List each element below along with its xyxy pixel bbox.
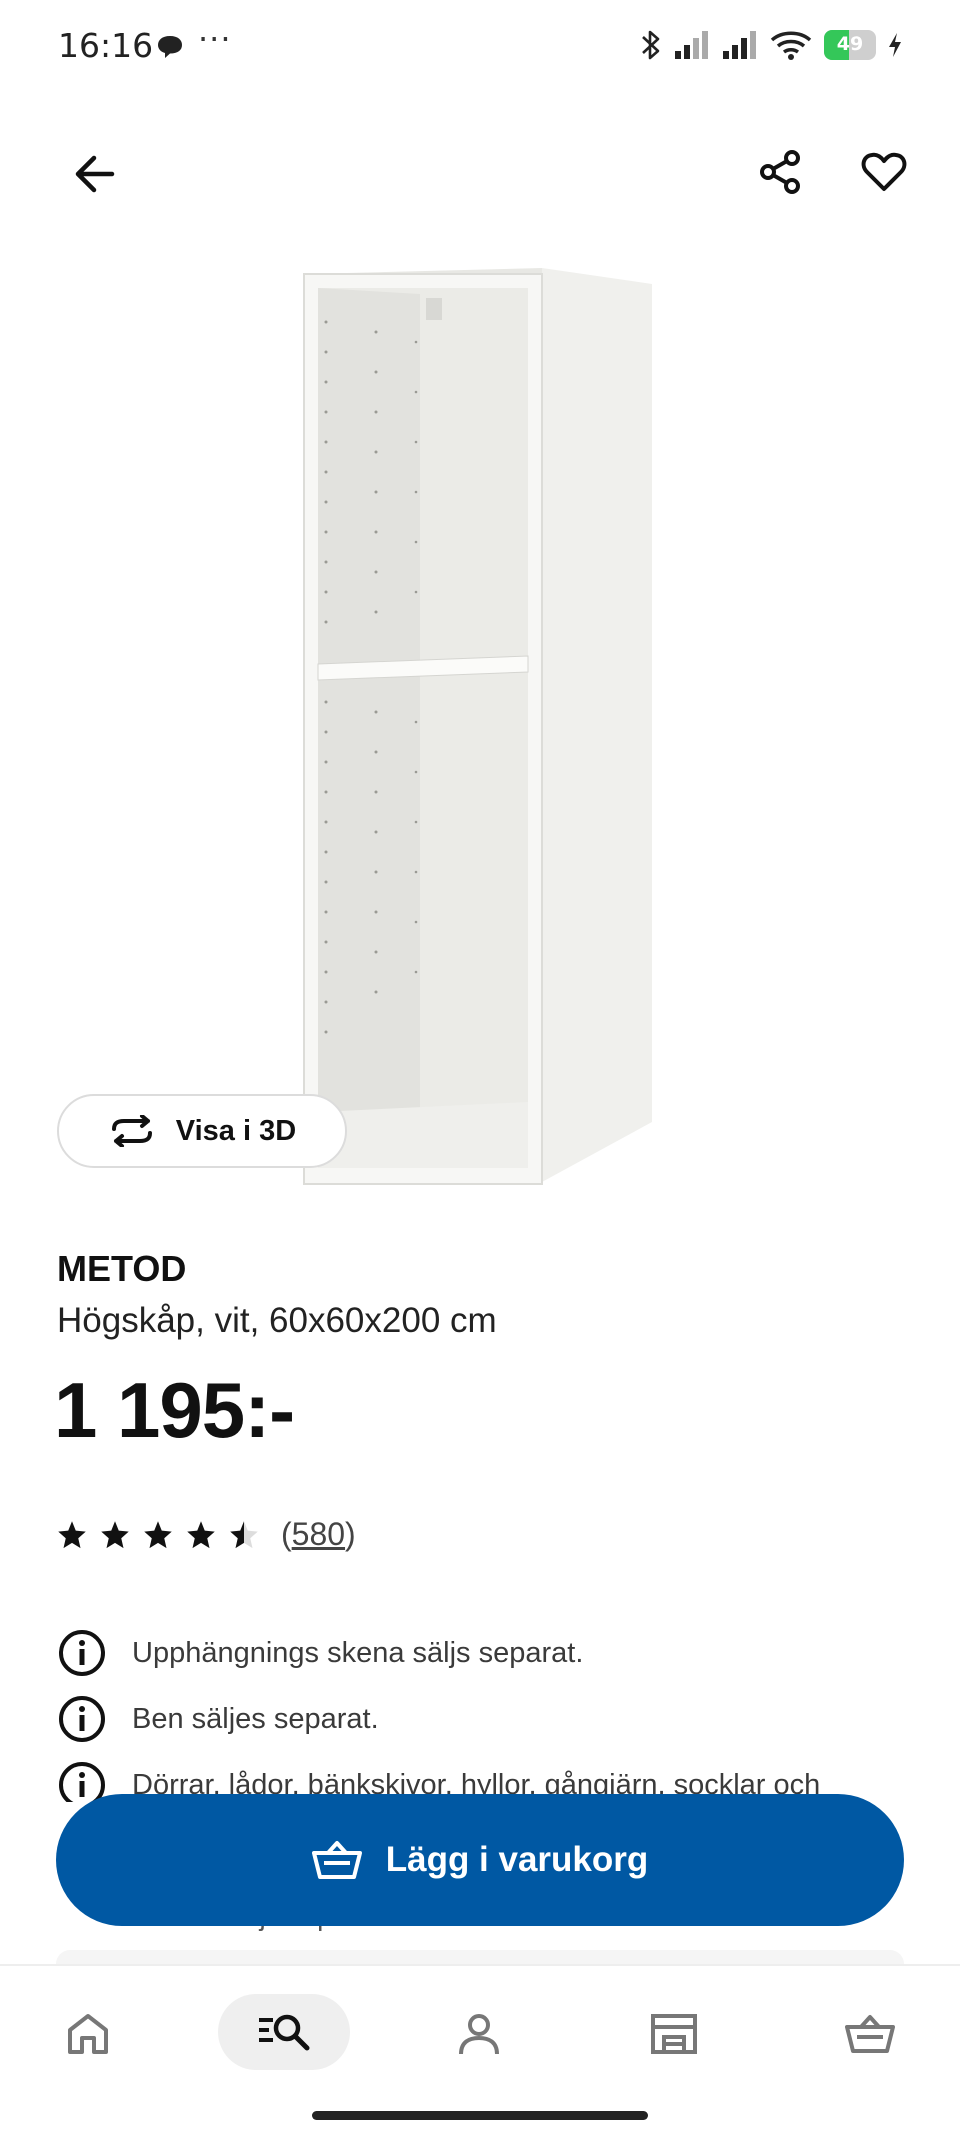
info-note: Ben säljes separat. xyxy=(57,1686,907,1752)
view-in-3d-label: Visa i 3D xyxy=(175,1114,297,1147)
back-button[interactable] xyxy=(66,146,122,202)
star-icon xyxy=(101,1520,129,1548)
share-button[interactable] xyxy=(752,144,808,200)
signal-1-icon xyxy=(675,31,708,59)
battery-indicator: 49 xyxy=(824,30,876,60)
wifi-icon xyxy=(770,31,812,60)
basket-icon xyxy=(311,1841,362,1879)
signal-2-icon xyxy=(723,31,756,59)
bottom-navigation xyxy=(0,1964,960,2134)
profile-icon xyxy=(459,2014,499,2055)
rotate-3d-icon xyxy=(111,1115,152,1147)
share-icon xyxy=(760,150,800,194)
battery-level: 49 xyxy=(836,33,864,55)
half-star-icon xyxy=(230,1520,258,1548)
product-price: 1 195:- xyxy=(54,1366,295,1454)
status-icons: 49 xyxy=(640,28,902,62)
nav-search[interactable] xyxy=(218,1994,350,2070)
info-icon xyxy=(59,1696,105,1742)
product-image xyxy=(303,268,652,1185)
home-indicator[interactable] xyxy=(312,2111,648,2120)
rating-count[interactable]: (580) xyxy=(281,1516,356,1553)
charging-icon xyxy=(889,33,901,57)
product-description: Högskåp, vit, 60x60x200 cm xyxy=(57,1301,497,1340)
bluetooth-icon xyxy=(642,30,660,60)
status-bar: 16:16 ··· 49 xyxy=(0,0,960,96)
status-overflow-dots: ··· xyxy=(198,20,232,58)
product-rating[interactable]: (580) xyxy=(57,1516,356,1553)
star-icon xyxy=(58,1520,86,1548)
star-icon xyxy=(144,1520,172,1548)
product-info-notes: Upphängnings skena säljs separat. Ben sä… xyxy=(57,1620,907,1802)
status-time: 16:16 xyxy=(58,26,154,65)
chat-notification-icon xyxy=(158,36,182,58)
star-icon xyxy=(187,1520,215,1548)
arrow-left-icon xyxy=(75,155,115,193)
nav-profile[interactable] xyxy=(439,1996,519,2072)
nav-home[interactable] xyxy=(48,1996,128,2072)
nav-cart[interactable] xyxy=(830,1996,910,2072)
add-to-cart-button[interactable]: Lägg i varukorg xyxy=(56,1794,904,1926)
info-icon xyxy=(59,1630,105,1676)
nav-stores[interactable] xyxy=(634,1996,714,2072)
cart-icon xyxy=(845,2015,895,2053)
favorite-button[interactable] xyxy=(856,144,912,200)
info-note-text: Upphängnings skena säljs separat. xyxy=(132,1636,584,1669)
info-note: Upphängnings skena säljs separat. xyxy=(57,1620,907,1686)
add-to-cart-label: Lägg i varukorg xyxy=(385,1840,649,1879)
home-icon xyxy=(68,2014,108,2054)
product-name: METOD xyxy=(57,1248,187,1289)
rating-stars xyxy=(57,1520,259,1550)
view-in-3d-button[interactable]: Visa i 3D xyxy=(57,1094,347,1168)
info-note-text: Ben säljes separat. xyxy=(132,1702,379,1735)
info-icon xyxy=(59,1762,105,1802)
heart-icon xyxy=(861,152,907,191)
store-icon xyxy=(651,2014,697,2054)
search-icon xyxy=(259,2014,310,2051)
